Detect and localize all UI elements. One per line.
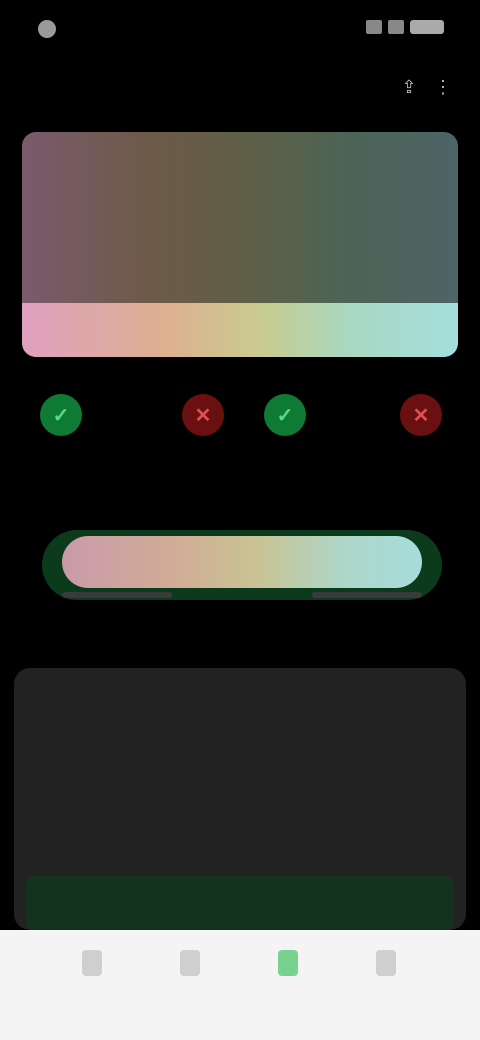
- tick-left: [62, 592, 172, 598]
- gradient-selector[interactable]: [42, 520, 442, 610]
- list-icon: [180, 950, 200, 976]
- filter-positive-1[interactable]: ✓: [40, 394, 82, 436]
- share-button[interactable]: ⇪: [396, 74, 422, 100]
- tick-right: [312, 592, 422, 598]
- app-indicator-icon: [38, 20, 56, 38]
- check-icon: ✓: [276, 404, 294, 427]
- selector-ticks: [62, 592, 422, 604]
- top-app-bar: ⇪ ⋮: [0, 62, 480, 112]
- gradient-pill[interactable]: [62, 536, 422, 588]
- check-icon: ✓: [52, 404, 70, 427]
- status-left: [38, 20, 64, 38]
- battery-icon: [410, 20, 444, 34]
- home-icon: [82, 950, 102, 976]
- hero-color-band: [22, 303, 458, 357]
- nav-item-profile[interactable]: [356, 950, 416, 1010]
- status-right: [366, 20, 444, 34]
- bottom-navigation: [0, 930, 480, 1040]
- more-button[interactable]: ⋮: [430, 74, 456, 100]
- close-icon: ✕: [412, 404, 430, 427]
- filter-labels: [44, 457, 444, 497]
- more-icon: ⋮: [434, 76, 452, 97]
- wifi-icon: [388, 20, 404, 34]
- nav-item-home[interactable]: [62, 950, 122, 1010]
- profile-icon: [376, 950, 396, 976]
- signal-icon: [366, 20, 382, 34]
- close-icon: ✕: [194, 404, 212, 427]
- hero-headline: [44, 154, 354, 176]
- hero-card[interactable]: [22, 132, 458, 357]
- nav-item-list[interactable]: [160, 950, 220, 1010]
- nav-item-leaf[interactable]: [258, 950, 318, 1010]
- panel-strip[interactable]: [26, 876, 454, 930]
- info-panel: [14, 668, 466, 930]
- filter-row: ✓ ✕ ✓ ✕: [28, 380, 458, 450]
- filter-negative-1[interactable]: ✕: [182, 394, 224, 436]
- status-bar: [0, 0, 480, 56]
- share-icon: ⇪: [401, 76, 417, 97]
- filter-negative-2[interactable]: ✕: [400, 394, 442, 436]
- filter-positive-2[interactable]: ✓: [264, 394, 306, 436]
- leaf-icon: [278, 950, 298, 976]
